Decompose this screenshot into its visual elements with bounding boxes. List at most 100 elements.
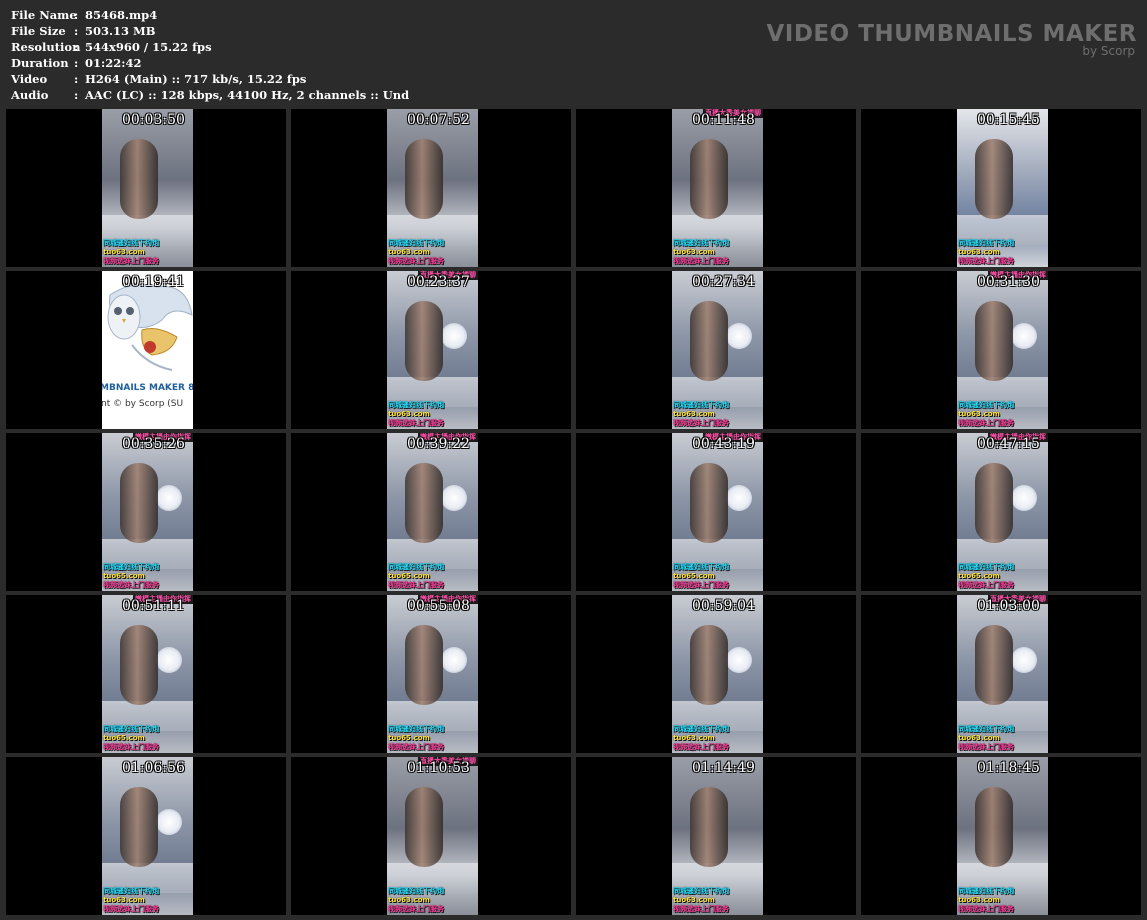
overlay-caption-line1: 同城骚妇线下约炮 (958, 563, 1014, 571)
scene-figure (690, 301, 728, 381)
overlay-caption-url: tuo65.com (103, 572, 145, 580)
scene-figure (975, 139, 1013, 219)
scene-lamp (726, 485, 752, 511)
logo-title: MBNAILS MAKER 8 (102, 383, 193, 393)
info-label: File Size (11, 24, 66, 38)
thumbnail-cell[interactable]: 直播大秀美女裸聊 同城骚妇线下约炮 tuo63.com 视频选妹上门服务 01:10:5… (291, 757, 571, 915)
overlay-caption-url: tuo63.com (388, 896, 430, 904)
scene-figure (690, 139, 728, 219)
thumbnail-frame: 同城骚妇线下约炮 tuo63.com 视频选妹上门服务 (672, 595, 763, 753)
overlay-caption-line3: 视频选妹上门服务 (103, 581, 159, 589)
thumbnail-timestamp: 00:55:08 (407, 598, 470, 614)
overlay-caption-url: tuo63.com (673, 734, 715, 742)
scene-figure (405, 787, 443, 867)
thumbnail-cell[interactable]: 同城骚妇线下约炮 tuo63.com 视频选妹上门服务 00:03:50 (6, 109, 286, 267)
thumbnail-timestamp: 00:59:04 (692, 598, 755, 614)
info-value: H264 (Main) :: 717 kb/s, 15.22 fps (85, 72, 307, 86)
scene-figure (975, 463, 1013, 543)
owl-logo-icon (107, 284, 193, 371)
overlay-caption-url: tuo63.com (103, 896, 145, 904)
thumbnail-timestamp: 00:19:41 (122, 274, 185, 290)
scene-lamp (1011, 647, 1037, 673)
overlay-caption-line3: 视频选妹上门服务 (958, 257, 1014, 265)
scene-figure (975, 301, 1013, 381)
scene-figure (975, 625, 1013, 705)
thumbnail-frame: 同城骚妇线下约炮 tuo63.com 视频选妹上门服务 (957, 757, 1048, 915)
info-separator: : (74, 8, 79, 22)
thumbnail-frame: 嫩模主播由你指挥 同城骚妇线下约炮 tuo65.com 视频选妹上门服务 (102, 595, 193, 753)
thumbnail-cell[interactable]: 嫩模主播由你指挥 同城骚妇线下约炮 tuo63.com 视频选妹上门服务 00:31:3… (861, 271, 1141, 429)
info-separator: : (74, 24, 79, 38)
thumbnail-cell[interactable]: 同城骚妇线下约炮 tuo63.com 视频选妹上门服务 00:59:04 (576, 595, 856, 753)
thumbnail-cell[interactable]: 嫩模主播由你指挥 同城骚妇线下约炮 tuo65.com 视频选妹上门服务 00:35:2… (6, 433, 286, 591)
thumbnail-cell[interactable]: 嫩模主播由你指挥 同城骚妇线下约炮 tuo65.com 视频选妹上门服务 00:55:0… (291, 595, 571, 753)
overlay-caption-url: tuo63.com (958, 248, 1000, 256)
thumbnail-frame: 同城骚妇线下约炮 tuo63.com 视频选妹上门服务 (672, 757, 763, 915)
overlay-caption-line1: 同城骚妇线下约炮 (673, 401, 729, 409)
overlay-caption-line1: 同城骚妇线下约炮 (388, 563, 444, 571)
thumbnail-cell[interactable]: 直播大秀美女裸聊 同城骚妇线下约炮 tuo63.com 视频选妹上门服务 01:03:0… (861, 595, 1141, 753)
thumbnail-frame: 同城骚妇线下约炮 tuo63.com 视频选妹上门服务 (672, 271, 763, 429)
thumbnail-timestamp: 00:43:19 (692, 436, 755, 452)
scene-lamp (156, 647, 182, 673)
overlay-caption-line3: 视频选妹上门服务 (388, 905, 444, 913)
thumbnail-timestamp: 00:39:22 (407, 436, 470, 452)
thumbnail-timestamp: 00:23:37 (407, 274, 470, 290)
thumbnail-frame: 嫩模主播由你指挥 同城骚妇线下约炮 tuo65.com 视频选妹上门服务 (102, 433, 193, 591)
info-separator: : (74, 56, 79, 70)
overlay-caption-line1: 同城骚妇线下约炮 (673, 887, 729, 895)
info-row-file-size: File Size : 503.13 MB (11, 23, 409, 39)
info-label: Duration (11, 56, 69, 70)
scene-figure (690, 787, 728, 867)
thumbnail-cell[interactable]: MBNAILS MAKER 8 nt © by Scorp (SU 00:19:41 (6, 271, 286, 429)
overlay-caption-line1: 同城骚妇线下约炮 (673, 239, 729, 247)
scene-lamp (441, 323, 467, 349)
overlay-caption-url: tuo63.com (673, 896, 715, 904)
overlay-caption-line3: 视频选妹上门服务 (958, 581, 1014, 589)
thumbnail-cell[interactable]: 嫩模主播由你指挥 同城骚妇线下约炮 tuo65.com 视频选妹上门服务 00:51:1… (6, 595, 286, 753)
info-label: Audio (11, 88, 49, 102)
thumbnail-cell[interactable]: 同城骚妇线下约炮 tuo63.com 视频选妹上门服务 00:27:34 (576, 271, 856, 429)
info-value: 01:22:42 (85, 56, 142, 70)
thumbnail-cell[interactable]: 直播大秀美女裸聊 同城骚妇线下约炮 tuo63.com 视频选妹上门服务 00:23:3… (291, 271, 571, 429)
file-info-panel: File Name : 85468.mp4 File Size : 503.13… (11, 7, 409, 103)
overlay-caption-line3: 视频选妹上门服务 (103, 743, 159, 751)
thumbnail-frame: 嫩模主播由你指挥 同城骚妇线下约炮 tuo63.com 视频选妹上门服务 (957, 271, 1048, 429)
thumbnail-cell[interactable]: 嫩模主播由你指挥 同城骚妇线下约炮 tuo65.com 视频选妹上门服务 00:43:1… (576, 433, 856, 591)
thumbnail-cell[interactable]: 同城骚妇线下约炮 tuo63.com 视频选妹上门服务 00:07:52 (291, 109, 571, 267)
thumbnail-cell[interactable]: 嫩模主播由你指挥 同城骚妇线下约炮 tuo65.com 视频选妹上门服务 00:39:2… (291, 433, 571, 591)
thumbnail-cell[interactable]: 同城骚妇线下约炮 tuo63.com 视频选妹上门服务 01:06:56 (6, 757, 286, 915)
thumbnail-frame: 嫩模主播由你指挥 同城骚妇线下约炮 tuo65.com 视频选妹上门服务 (387, 595, 478, 753)
thumbnail-frame: 同城骚妇线下约炮 tuo63.com 视频选妹上门服务 (387, 109, 478, 267)
overlay-caption-line3: 视频选妹上门服务 (958, 743, 1014, 751)
scene-figure (690, 625, 728, 705)
thumbnail-timestamp: 01:14:49 (692, 760, 755, 776)
overlay-caption-line1: 同城骚妇线下约炮 (673, 725, 729, 733)
overlay-caption-line1: 同城骚妇线下约炮 (103, 887, 159, 895)
thumbnail-timestamp: 00:03:50 (122, 112, 185, 128)
thumbnail-frame: 同城骚妇线下约炮 tuo63.com 视频选妹上门服务 (102, 757, 193, 915)
overlay-caption-url: tuo63.com (958, 896, 1000, 904)
brand-watermark: VIDEO THUMBNAILS MAKER by Scorp (766, 20, 1137, 57)
thumbnail-cell[interactable]: 直播大秀美女裸聊 同城骚妇线下约炮 tuo63.com 视频选妹上门服务 00:11:4… (576, 109, 856, 267)
overlay-caption-url: tuo63.com (673, 410, 715, 418)
thumbnail-timestamp: 00:35:26 (122, 436, 185, 452)
overlay-caption-line1: 同城骚妇线下约炮 (388, 401, 444, 409)
scene-figure (120, 787, 158, 867)
overlay-caption-line3: 视频选妹上门服务 (388, 743, 444, 751)
info-row-video: Video : H264 (Main) :: 717 kb/s, 15.22 f… (11, 71, 409, 87)
info-label: Resolution (11, 40, 81, 54)
overlay-caption-url: tuo63.com (673, 248, 715, 256)
thumbnail-timestamp: 00:51:11 (122, 598, 185, 614)
thumbnail-frame: 直播大秀美女裸聊 同城骚妇线下约炮 tuo63.com 视频选妹上门服务 (957, 595, 1048, 753)
thumbnail-cell[interactable]: 同城骚妇线下约炮 tuo63.com 视频选妹上门服务 01:18:45 (861, 757, 1141, 915)
thumbnail-cell[interactable]: 嫩模主播由你指挥 同城骚妇线下约炮 tuo65.com 视频选妹上门服务 00:47:1… (861, 433, 1141, 591)
overlay-caption-line3: 视频选妹上门服务 (673, 257, 729, 265)
scene-figure (405, 139, 443, 219)
thumbnail-cell[interactable]: 同城骚妇线下约炮 tuo63.com 视频选妹上门服务 00:15:45 (861, 109, 1141, 267)
overlay-caption-line1: 同城骚妇线下约炮 (958, 725, 1014, 733)
thumbnail-frame: 同城骚妇线下约炮 tuo63.com 视频选妹上门服务 (957, 109, 1048, 267)
overlay-caption-line3: 视频选妹上门服务 (673, 905, 729, 913)
thumbnail-cell[interactable]: 同城骚妇线下约炮 tuo63.com 视频选妹上门服务 01:14:49 (576, 757, 856, 915)
scene-lamp (441, 647, 467, 673)
